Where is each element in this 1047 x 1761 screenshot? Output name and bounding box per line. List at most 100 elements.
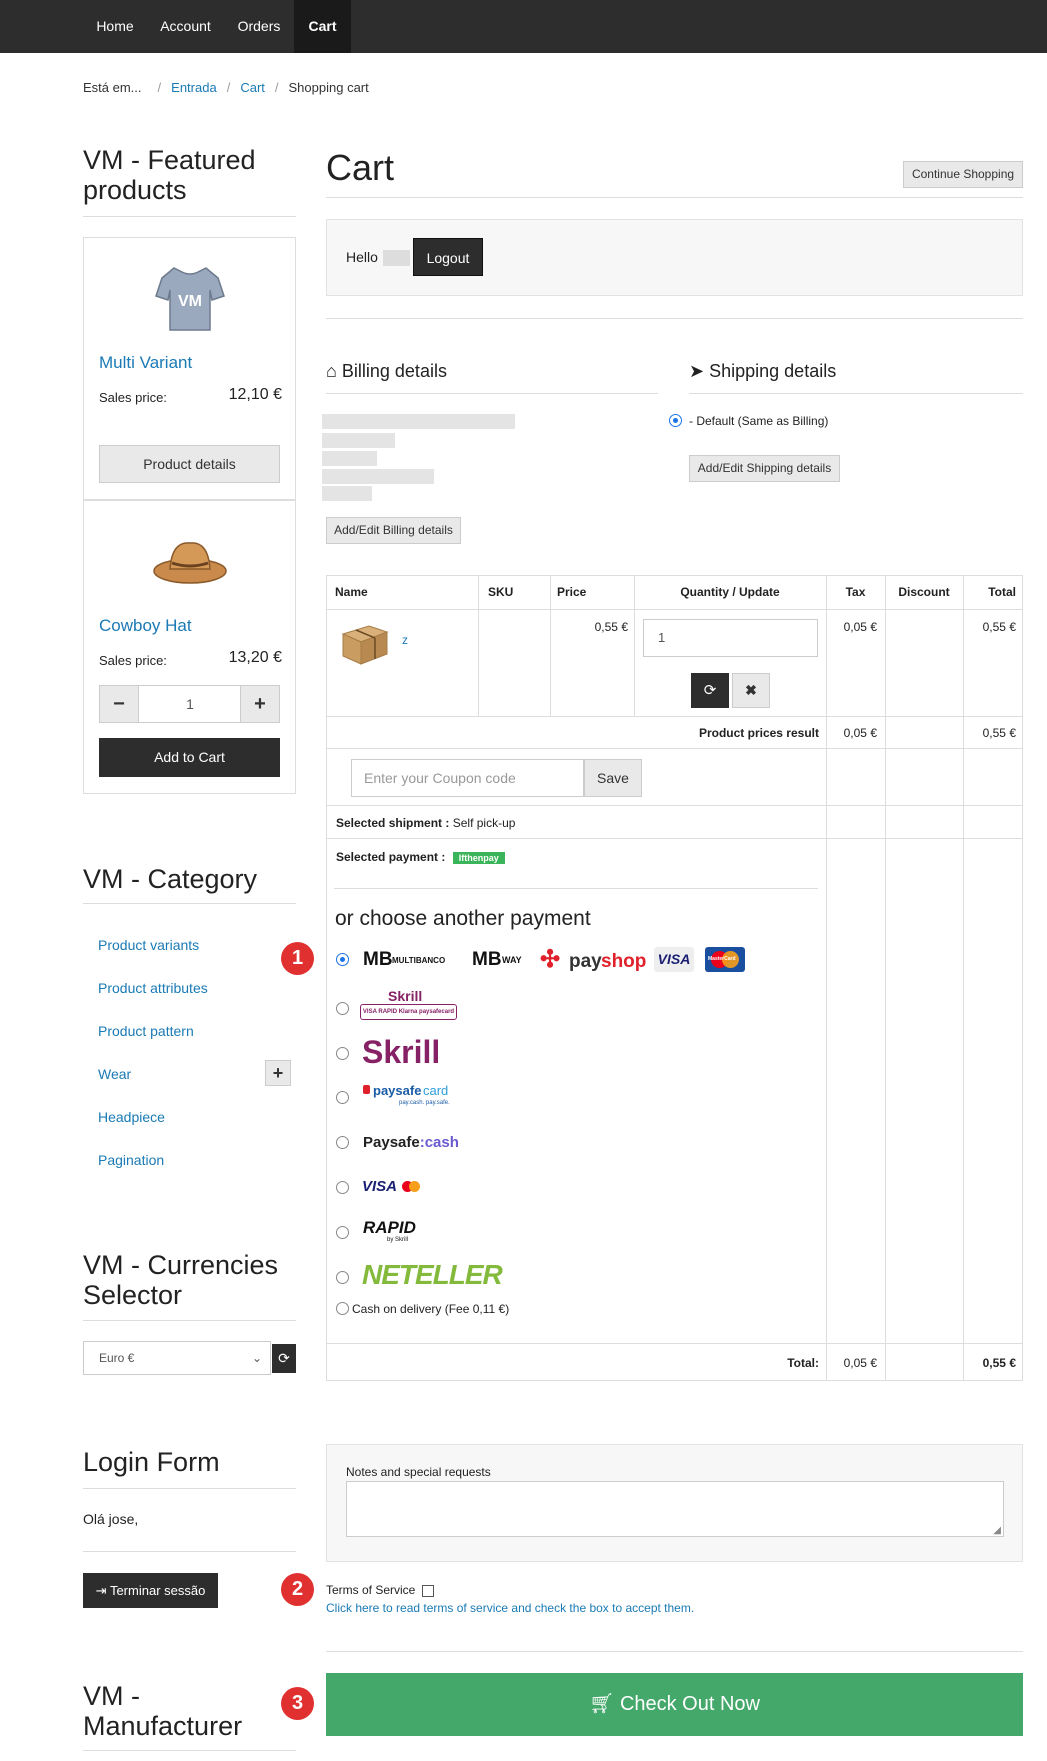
grid-line [326,838,1023,839]
category-item[interactable]: Product pattern [98,1023,194,1039]
payment-radio-rapid[interactable] [336,1226,349,1239]
divider [83,1750,296,1751]
terminate-session-label: Terminar sessão [109,1583,206,1598]
breadcrumb-current: Shopping cart [288,80,369,95]
logout-button[interactable]: Logout [413,238,483,276]
divider [334,888,818,889]
payment-radio-ifthenpay[interactable] [336,953,349,966]
divider [83,1320,296,1321]
terminate-session-button[interactable]: ⇥ Terminar sessão [83,1573,218,1608]
step-marker-3: 3 [281,1687,314,1720]
product-card: VM Multi Variant Sales price: 12,10 € Pr… [83,237,296,500]
payment-radio-visa[interactable] [336,1181,349,1194]
skrill-klarna-sub: VISA RAPID Klarna paysafecard [360,1004,457,1020]
payment-radio-neteller[interactable] [336,1271,349,1284]
product-price: 13,20 € [228,649,282,666]
divider [83,216,296,217]
coupon-input[interactable]: Enter your Coupon code [351,759,584,797]
mastercard-circle [409,1181,420,1192]
continue-shopping-button[interactable]: Continue Shopping [903,161,1023,188]
billing-title: Billing details [341,361,447,381]
payment-radio-skrill[interactable] [336,1047,349,1060]
blurred-address-line [322,414,515,429]
edit-billing-button[interactable]: Add/Edit Billing details [326,517,461,544]
rapid-sub: by Skrill [387,1237,409,1243]
resize-handle-icon[interactable]: ◢ [993,1525,1001,1536]
breadcrumb: Está em... / Entrada / Cart / Shopping cart [83,80,369,95]
mbway-logo: MB [472,949,502,970]
product-price: 12,10 € [228,386,282,403]
chevron-down-icon: ⌄ [251,1351,262,1365]
cowboy-hat-icon[interactable] [150,531,230,591]
nav-cart[interactable]: Cart [294,0,351,53]
payment-radio-paysafecard[interactable] [336,1091,349,1104]
svg-text:VM: VM [178,293,202,310]
blurred-address-line [322,433,395,448]
product-link[interactable]: z [402,633,408,647]
grid-line [478,575,479,716]
product-prices-result-label: Product prices result [698,726,819,740]
remove-item-icon[interactable]: ✖ [732,673,770,708]
expand-plus-icon[interactable]: + [265,1060,291,1086]
rapid-logo-text: RAPID [363,1218,416,1237]
paper-plane-icon: ➤ [689,361,705,381]
tshirt-icon[interactable]: VM [152,260,228,336]
category-item[interactable]: Product variants [98,937,199,953]
tos-link[interactable]: Click here to read terms of service and … [326,1601,694,1615]
payment-radio-paysafecash[interactable] [336,1136,349,1149]
notes-textarea[interactable]: ◢ [346,1481,1004,1537]
product-card: Cowboy Hat Sales price: 13,20 € − 1 + Ad… [83,500,296,794]
category-item[interactable]: Headpiece [98,1109,165,1125]
visa-small-logo: VISA [362,1178,398,1195]
edit-shipping-button[interactable]: Add/Edit Shipping details [689,455,840,482]
quantity-minus-button[interactable]: − [99,685,139,723]
coupon-save-button[interactable]: Save [584,759,642,797]
update-quantity-icon[interactable]: ⟳ [691,673,729,708]
manufacturer-title: VM - Manufacturer [83,1681,243,1741]
shipment-value: Self pick-up [452,816,516,830]
quantity-plus-button[interactable]: + [240,685,280,723]
cash-on-delivery-label: Cash on delivery (Fee 0,11 €) [352,1302,510,1316]
divider [83,1551,296,1552]
payment-badge: Ifthenpay [452,851,505,864]
total-label: Total: [787,1356,819,1370]
category-item[interactable]: Wear [98,1066,131,1082]
blurred-address-line [322,451,377,466]
product-name[interactable]: Multi Variant [99,353,192,373]
add-to-cart-button[interactable]: Add to Cart [99,738,280,777]
visa-mastercard-logo: VISA [362,1178,432,1196]
nav-home[interactable]: Home [84,0,146,53]
divider [689,393,1023,394]
blurred-address-line [322,469,434,484]
product-name[interactable]: Cowboy Hat [99,616,192,636]
currency-selected: Euro € [99,1351,135,1365]
quantity-input[interactable]: 1 [643,619,818,657]
product-box-icon[interactable] [339,620,391,666]
breadcrumb-entrada[interactable]: Entrada [171,80,217,95]
divider [326,393,658,394]
breadcrumb-cart[interactable]: Cart [240,80,265,95]
nav-account[interactable]: Account [148,0,223,53]
login-title: Login Form [83,1447,220,1477]
quantity-stepper: − 1 + [99,685,280,723]
multibanco-label: MULTIBANCO [392,956,446,965]
rapid-logo: RAPID by Skrill [363,1218,423,1248]
mastercard-logo: MasterCard [705,947,745,972]
refresh-icon[interactable]: ⟳ [272,1344,296,1373]
tos-checkbox[interactable] [421,1584,434,1597]
currency-select[interactable]: Euro € ⌄ [83,1341,271,1375]
payment-radio-cash-on-delivery[interactable] [336,1302,349,1315]
category-item[interactable]: Pagination [98,1152,164,1168]
shipping-default-radio[interactable] [669,414,682,427]
column-header: Price [557,585,587,599]
grid-line [326,805,1023,806]
product-details-button[interactable]: Product details [99,445,280,483]
payshop-icon: ✣ [540,946,561,973]
checkout-button[interactable]: 🛒︎ Check Out Now [326,1673,1023,1736]
payment-radio-skrill-klarna[interactable] [336,1002,349,1015]
category-item[interactable]: Product attributes [98,980,208,996]
lock-icon [363,1085,370,1094]
quantity-input[interactable]: 1 [140,686,240,722]
paysafecash-logo-a: Paysafe [363,1134,420,1151]
nav-orders[interactable]: Orders [225,0,293,53]
